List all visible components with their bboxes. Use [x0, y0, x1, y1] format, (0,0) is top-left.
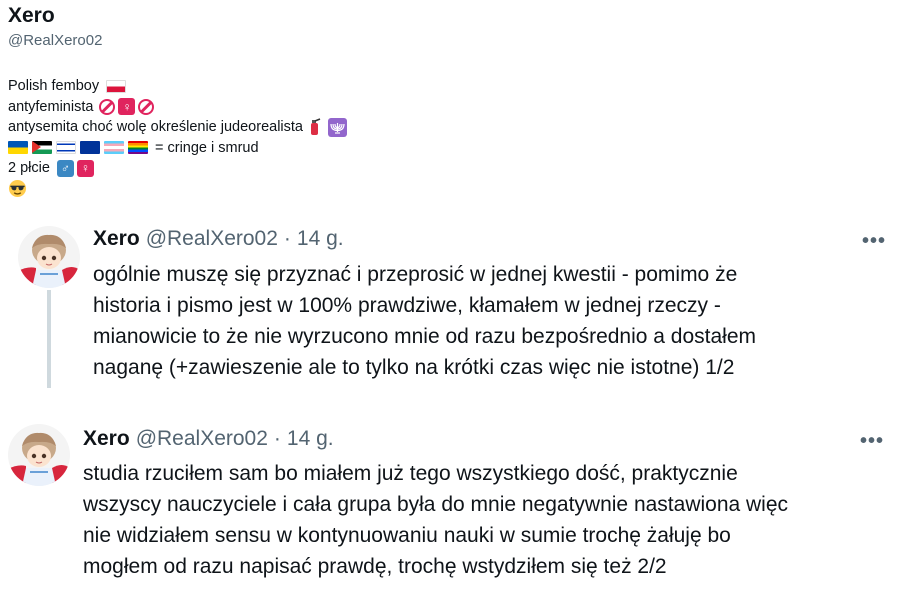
flag-rainbow-icon [128, 141, 148, 155]
woman-symbol-icon: ♀ [118, 98, 136, 116]
tweet-header: Xero @RealXero02 · 14 g. [93, 227, 344, 251]
avatar[interactable] [8, 424, 70, 486]
tweet-1[interactable]: Xero @RealXero02 · 14 g. ••• ogólnie mus… [0, 210, 900, 400]
bio-line-5: 2 płcie ♂ ♀ [8, 158, 608, 179]
more-options-icon[interactable]: ••• [862, 230, 886, 253]
avatar[interactable] [18, 226, 80, 288]
menorah-icon [328, 117, 347, 137]
flag-israel-icon [56, 141, 76, 155]
flag-eu-icon [80, 141, 100, 155]
flag-ukraine-icon [8, 141, 28, 155]
tweet-separator: · [273, 427, 281, 450]
female-sign-icon: ♀ [76, 159, 94, 177]
tweet-text: ogólnie muszę się przyznać i przeprosić … [93, 263, 757, 379]
no-entry-icon [138, 98, 155, 115]
bio-line-2: antyfeminista ♀ [8, 97, 608, 118]
avatar-image [8, 424, 70, 486]
no-entry-icon [99, 98, 116, 115]
flag-poland-icon [106, 79, 127, 93]
bio-line-3: antysemita choć wolę określenie judeorea… [8, 117, 608, 138]
flag-palestine-icon [32, 141, 52, 155]
sunglasses-emoji-icon [8, 179, 27, 197]
bio-line-4: = cringe i smrud [8, 138, 608, 159]
flag-trans-icon [104, 141, 124, 155]
tweet-header: Xero @RealXero02 · 14 g. [83, 427, 334, 451]
bio-text-2: antyfeminista [8, 98, 94, 115]
avatar-image [18, 226, 80, 288]
bio-line-1: Polish femboy [8, 76, 608, 97]
tweet-timestamp[interactable]: 14 g. [287, 427, 334, 451]
bio-text-3: antysemita choć wolę określenie judeorea… [8, 119, 303, 135]
profile-name[interactable]: Xero [8, 2, 608, 30]
tweet-author-handle[interactable]: @RealXero02 [136, 427, 268, 451]
tweet-text: studia rzuciłem sam bo miałem już tego w… [83, 462, 789, 578]
bio-text-4: = cringe i smrud [155, 139, 259, 156]
tweet-author-handle[interactable]: @RealXero02 [146, 227, 278, 251]
fire-extinguisher-icon [311, 118, 321, 136]
bio-line-6 [8, 179, 608, 198]
tweet-author-name[interactable]: Xero [83, 427, 130, 451]
profile-bio: Polish femboy antyfeminista ♀ antysemita… [8, 76, 608, 198]
tweet-separator: · [283, 227, 291, 250]
tweet-author-name[interactable]: Xero [93, 227, 140, 251]
profile-handle[interactable]: @RealXero02 [8, 31, 608, 51]
male-sign-icon: ♂ [56, 159, 74, 177]
bio-text-5: 2 płcie [8, 160, 50, 176]
bio-text-1: Polish femboy [8, 78, 100, 94]
thread-connector [47, 290, 51, 388]
tweet-2[interactable]: Xero @RealXero02 · 14 g. ••• studia rzuc… [0, 410, 900, 590]
more-options-icon[interactable]: ••• [860, 430, 884, 453]
profile-header: Xero @RealXero02 Polish femboy antyfemin… [8, 2, 608, 198]
tweet-timestamp[interactable]: 14 g. [297, 227, 344, 251]
